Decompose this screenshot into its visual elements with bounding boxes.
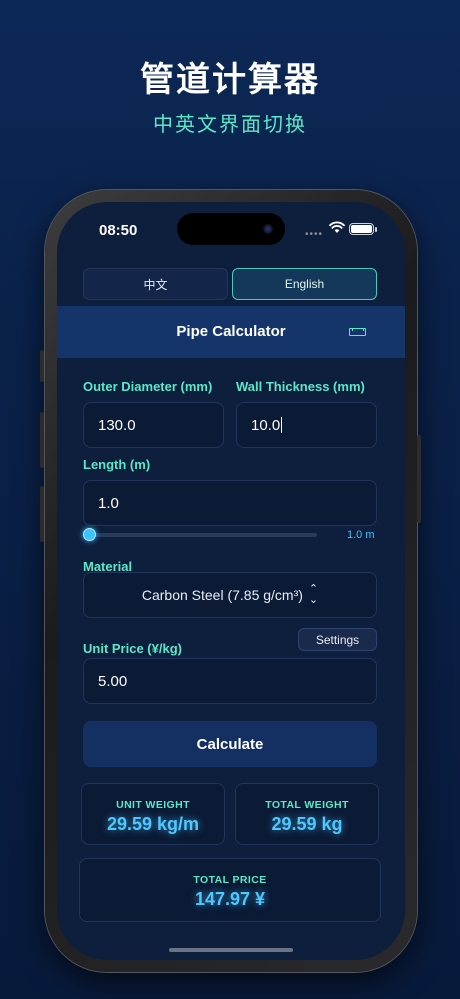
power-button (417, 435, 421, 523)
chevron-up-down-icon: ⌃ ⌄ (308, 583, 319, 606)
unit-weight-label: UNIT WEIGHT (116, 799, 190, 811)
settings-button[interactable]: Settings (298, 628, 377, 651)
text-cursor (281, 417, 283, 433)
wifi-icon (329, 221, 345, 233)
unit-weight-value: 29.59 kg/m (106, 814, 200, 834)
chinese-language-button[interactable]: 中文 (83, 268, 228, 300)
unit-price-label: Unit Price (¥/kg) (83, 641, 182, 656)
wall-thickness-label: Wall Thickness (mm) (236, 379, 365, 394)
status-bar: 08:50 •••• (57, 202, 405, 252)
outer-diameter-input[interactable]: 130.0 (83, 402, 224, 448)
unit-price-input[interactable]: 5.00 (83, 658, 377, 704)
language-switch: 中文 English (83, 268, 377, 300)
total-weight-value: 29.59 kg (271, 814, 343, 834)
length-slider-track[interactable] (95, 533, 317, 537)
total-weight-label: TOTAL WEIGHT (265, 799, 349, 811)
volume-up-button (40, 412, 44, 468)
length-value: 1.0 (98, 494, 119, 512)
english-language-button[interactable]: English (232, 268, 377, 300)
promo-subtitle: 中英文界面切换 (153, 112, 307, 136)
signal-icon: •••• (305, 229, 324, 240)
unit-weight-card: UNIT WEIGHT 29.59 kg/m (81, 783, 225, 845)
battery-tip (375, 227, 377, 232)
volume-down-button (40, 486, 44, 542)
length-input[interactable]: 1.0 (83, 480, 377, 526)
wall-thickness-value: 10.0 (251, 416, 281, 434)
length-slider-thumb[interactable] (83, 528, 96, 541)
length-slider-value: 1.0 m (347, 529, 375, 541)
home-indicator[interactable] (169, 948, 293, 952)
wall-thickness-input[interactable]: 10.0 (236, 402, 377, 448)
status-time: 08:50 (99, 222, 138, 239)
camera-icon (263, 224, 273, 234)
header-bar: Pipe Calculator (57, 306, 405, 358)
total-price-label: TOTAL PRICE (193, 874, 267, 886)
dynamic-island (177, 213, 285, 245)
length-label: Length (m) (83, 457, 151, 472)
material-selected-value: Carbon Steel (7.85 g/cm³) (141, 587, 303, 603)
phone-frame: 08:50 •••• 中文 English Pipe Calculator Ou… (40, 190, 421, 972)
material-select[interactable]: Carbon Steel (7.85 g/cm³) ⌃ ⌄ (83, 572, 377, 618)
total-price-card: TOTAL PRICE 147.97 ¥ (79, 858, 381, 922)
calculate-button[interactable]: Calculate (83, 721, 377, 767)
battery-icon (349, 223, 374, 235)
promo-title: 管道计算器 (140, 60, 320, 100)
ruler-icon[interactable] (349, 328, 366, 336)
total-weight-card: TOTAL WEIGHT 29.59 kg (235, 783, 379, 845)
outer-diameter-value: 130.0 (98, 416, 136, 434)
total-price-value: 147.97 ¥ (194, 889, 266, 909)
app-screen: 08:50 •••• 中文 English Pipe Calculator Ou… (57, 202, 405, 960)
unit-price-value: 5.00 (98, 672, 128, 690)
action-button (40, 350, 44, 382)
outer-diameter-label: Outer Diameter (mm) (83, 379, 213, 394)
